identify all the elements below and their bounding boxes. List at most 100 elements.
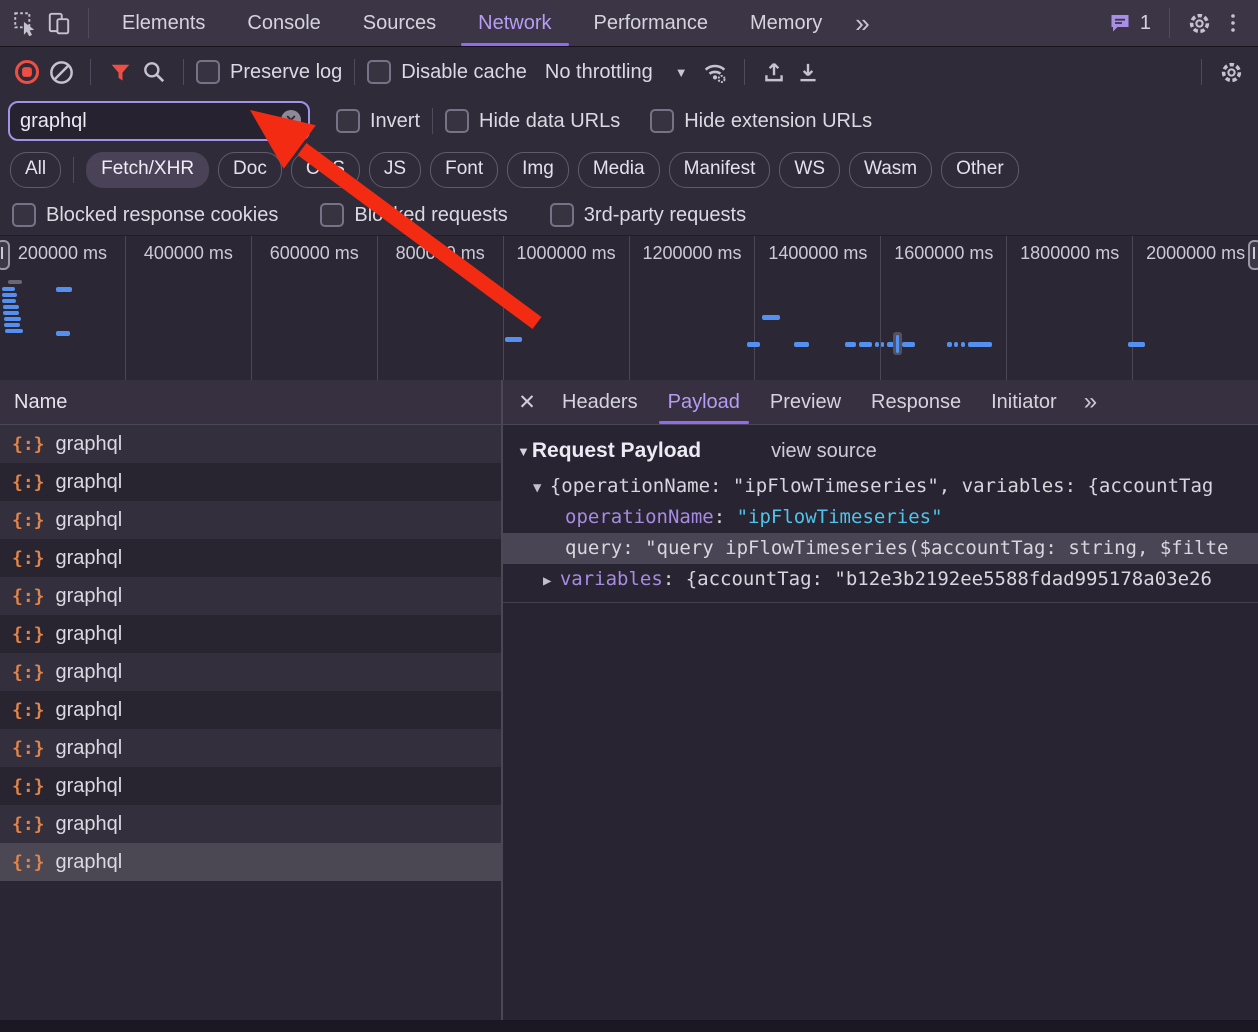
payload-key-text: variables xyxy=(560,568,663,590)
json-braces-icon: {:} xyxy=(12,776,45,797)
filter-chip-media[interactable]: Media xyxy=(578,152,660,188)
json-braces-icon: {:} xyxy=(12,510,45,531)
checkbox[interactable] xyxy=(320,203,344,227)
expand-triangle-icon[interactable]: ▶ xyxy=(543,573,560,589)
blocked-response-cookies-checkbox[interactable]: Blocked response cookies xyxy=(12,203,278,227)
checkbox-label: Blocked requests xyxy=(354,204,507,227)
kebab-menu-icon[interactable] xyxy=(1216,6,1250,40)
checkbox[interactable] xyxy=(367,60,391,84)
payload-key-text: operationName xyxy=(565,506,714,528)
payload-line[interactable]: ▶ variables: {accountTag: "b12e3b2192ee5… xyxy=(503,564,1258,595)
details-tab-headers[interactable]: Headers xyxy=(547,381,653,424)
tab-performance[interactable]: Performance xyxy=(573,1,730,46)
filter-chip-manifest[interactable]: Manifest xyxy=(669,152,771,188)
overview-tick: 1600000 ms xyxy=(880,236,1006,381)
tab-console[interactable]: Console xyxy=(226,1,341,46)
checkbox[interactable] xyxy=(336,109,360,133)
preserve-log-checkbox[interactable]: Preserve log xyxy=(196,60,342,84)
filter-chip-ws[interactable]: WS xyxy=(779,152,840,188)
payload-line[interactable]: query: "query ipFlowTimeseries($accountT… xyxy=(503,533,1258,564)
search-icon[interactable] xyxy=(137,55,171,89)
details-tab-initiator[interactable]: Initiator xyxy=(976,381,1072,424)
throttling-select[interactable]: No throttling ▼ xyxy=(545,61,688,84)
clear-filter-icon[interactable]: ✕ xyxy=(281,110,301,130)
filter-chip-css[interactable]: CSS xyxy=(291,152,360,188)
details-tab-payload[interactable]: Payload xyxy=(653,381,755,424)
clear-network-log-icon[interactable] xyxy=(44,55,78,89)
request-row[interactable]: {:}graphql xyxy=(0,501,501,539)
request-row[interactable]: {:}graphql xyxy=(0,805,501,843)
checkbox[interactable] xyxy=(650,109,674,133)
overview-tick: 1200000 ms xyxy=(629,236,755,381)
section-expander-icon[interactable]: ▼ xyxy=(517,444,530,459)
name-column-header[interactable]: Name xyxy=(0,380,501,425)
section-title: Request Payload xyxy=(532,439,701,463)
filter-chip-all[interactable]: All xyxy=(10,152,61,188)
divider xyxy=(354,59,355,85)
network-settings-gear-icon[interactable] xyxy=(1214,55,1248,89)
3rd-party-requests-checkbox[interactable]: 3rd-party requests xyxy=(550,203,746,227)
request-row[interactable]: {:}graphql xyxy=(0,615,501,653)
request-row[interactable]: {:}graphql xyxy=(0,425,501,463)
more-details-tabs-icon[interactable]: » xyxy=(1072,382,1109,422)
settings-gear-icon[interactable] xyxy=(1182,6,1216,40)
request-row[interactable]: {:}graphql xyxy=(0,577,501,615)
details-tab-response[interactable]: Response xyxy=(856,381,976,424)
filter-chip-font[interactable]: Font xyxy=(430,152,498,188)
overview-handle-left[interactable] xyxy=(0,240,10,270)
filter-chip-fetch-xhr[interactable]: Fetch/XHR xyxy=(86,152,209,188)
filter-input-box[interactable]: ✕ xyxy=(8,101,310,141)
blocked-requests-checkbox[interactable]: Blocked requests xyxy=(320,203,507,227)
filter-input[interactable] xyxy=(10,110,308,133)
request-row[interactable]: {:}graphql xyxy=(0,539,501,577)
request-name: graphql xyxy=(56,851,123,874)
disable-cache-checkbox[interactable]: Disable cache xyxy=(367,60,527,84)
details-tab-preview[interactable]: Preview xyxy=(755,381,856,424)
filter-funnel-icon[interactable] xyxy=(103,55,137,89)
checkbox[interactable] xyxy=(196,60,220,84)
device-toolbar-icon[interactable] xyxy=(42,6,76,40)
hide-data-urls-checkbox[interactable]: Hide data URLs xyxy=(445,109,620,133)
filter-chip-wasm[interactable]: Wasm xyxy=(849,152,932,188)
request-details-panel: ✕ HeadersPayloadPreviewResponseInitiator… xyxy=(503,380,1258,1032)
filter-chip-img[interactable]: Img xyxy=(507,152,569,188)
json-braces-icon: {:} xyxy=(12,738,45,759)
overview-tick: 800000 ms xyxy=(377,236,503,381)
divider xyxy=(90,59,91,85)
expand-triangle-icon[interactable]: ▼ xyxy=(533,480,550,496)
invert-checkbox[interactable]: Invert xyxy=(336,109,420,133)
filter-chip-js[interactable]: JS xyxy=(369,152,421,188)
checkbox[interactable] xyxy=(445,109,469,133)
view-source-link[interactable]: view source xyxy=(771,440,877,463)
close-details-icon[interactable]: ✕ xyxy=(507,390,547,415)
request-row[interactable]: {:}graphql xyxy=(0,729,501,767)
tab-network[interactable]: Network xyxy=(457,1,572,46)
issues-counter[interactable]: 1 xyxy=(1102,11,1157,35)
filter-chip-other[interactable]: Other xyxy=(941,152,1019,188)
window-bottom-edge xyxy=(0,1020,1258,1032)
json-braces-icon: {:} xyxy=(12,852,45,873)
tab-sources[interactable]: Sources xyxy=(342,1,457,46)
checkbox[interactable] xyxy=(12,203,36,227)
network-overview-strip[interactable]: 200000 ms400000 ms600000 ms800000 ms1000… xyxy=(0,236,1258,382)
payload-line[interactable]: ▼ {operationName: "ipFlowTimeseries", va… xyxy=(503,471,1258,502)
overview-handle-right[interactable] xyxy=(1248,240,1258,270)
import-har-icon[interactable] xyxy=(757,55,791,89)
request-row[interactable]: {:}graphql xyxy=(0,691,501,729)
tab-elements[interactable]: Elements xyxy=(101,1,226,46)
checkbox[interactable] xyxy=(550,203,574,227)
network-main-split: Name {:}graphql{:}graphql{:}graphql{:}gr… xyxy=(0,380,1258,1032)
inspect-element-icon[interactable] xyxy=(8,6,42,40)
request-row[interactable]: {:}graphql xyxy=(0,767,501,805)
export-har-icon[interactable] xyxy=(791,55,825,89)
filter-chip-doc[interactable]: Doc xyxy=(218,152,282,188)
record-network-log-icon[interactable] xyxy=(10,55,44,89)
request-row[interactable]: {:}graphql xyxy=(0,463,501,501)
tab-memory[interactable]: Memory xyxy=(729,1,843,46)
request-row[interactable]: {:} graphql xyxy=(0,843,501,881)
more-tabs-icon[interactable]: » xyxy=(843,3,881,43)
payload-line[interactable]: operationName: "ipFlowTimeseries" xyxy=(503,502,1258,533)
hide-extension-urls-checkbox[interactable]: Hide extension URLs xyxy=(650,109,872,133)
network-conditions-icon[interactable] xyxy=(698,55,732,89)
request-row[interactable]: {:}graphql xyxy=(0,653,501,691)
